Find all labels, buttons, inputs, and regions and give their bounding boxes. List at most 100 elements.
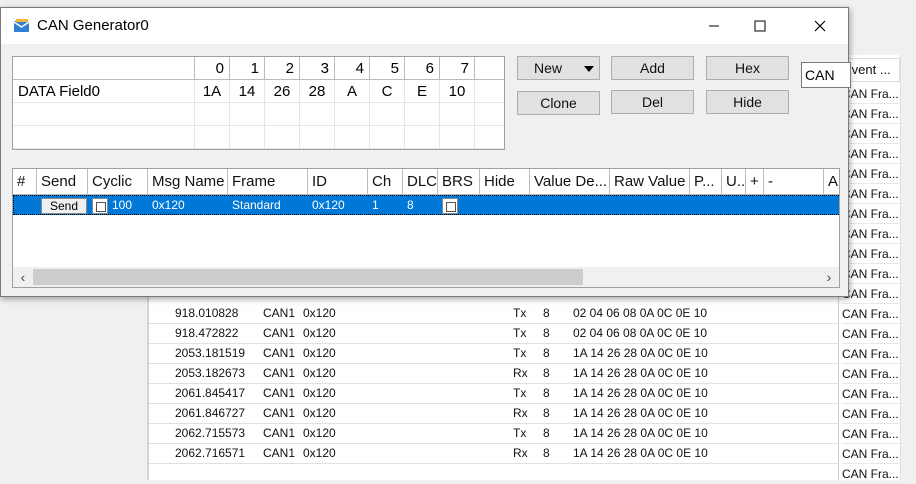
data-byte-cell[interactable]: 1A: [195, 80, 230, 103]
id-value: 0x120: [312, 198, 345, 212]
column-header-raw-value[interactable]: Raw Value: [610, 169, 690, 195]
trace-row[interactable]: 2053.182673 CAN1 0x120 Rx 8 1A 14 26 28 0A 0C…: [149, 364, 903, 384]
data-byte-cell[interactable]: 14: [230, 80, 265, 103]
trace-row[interactable]: 918.010828 CAN1 0x120 Tx 8 02 04 06 08 0A 0C …: [149, 304, 903, 324]
trace-row[interactable]: 2061.846727 CAN1 0x120 Rx 8 1A 14 26 28 0A 0C…: [149, 404, 903, 424]
maximize-button[interactable]: [737, 8, 783, 44]
trace-event-cell: CAN Fra...: [842, 184, 902, 204]
column-header-dlc[interactable]: DLC: [403, 169, 438, 195]
protocol-input[interactable]: CAN: [801, 62, 851, 88]
trace-dlc: 8: [543, 346, 550, 360]
column-header-msg-name[interactable]: Msg Name: [148, 169, 228, 195]
cyclic-checkbox[interactable]: [92, 198, 108, 214]
cyclic-value: 100: [112, 198, 133, 212]
new-button[interactable]: New: [517, 56, 600, 80]
trace-dlc: 8: [543, 446, 550, 460]
title-bar[interactable]: CAN Generator0: [1, 8, 848, 44]
trace-row[interactable]: 918.472822 CAN1 0x120 Tx 8 02 04 06 08 0A 0C …: [149, 324, 903, 344]
add-button[interactable]: Add: [611, 56, 694, 80]
trace-dlc: 8: [543, 366, 550, 380]
horizontal-scrollbar[interactable]: ‹ ›: [13, 267, 839, 287]
column-header-brs[interactable]: BRS: [438, 169, 480, 195]
column-header-ch[interactable]: Ch: [368, 169, 403, 195]
empty-row: [13, 103, 504, 126]
data-byte-cell[interactable]: E: [405, 80, 440, 103]
data-column-header: 6: [405, 57, 440, 80]
data-column-header-empty: [475, 57, 504, 80]
trace-channel: CAN1: [263, 366, 296, 380]
trace-event-cell: CAN Fra...: [842, 464, 902, 484]
trace-direction: Tx: [513, 386, 527, 400]
data-column-header: 4: [335, 57, 370, 80]
trace-left-panel: [124, 285, 148, 480]
trace-id: 0x120: [303, 406, 336, 420]
column-header-hide[interactable]: Hide: [480, 169, 530, 195]
msg-name-value: 0x120: [152, 198, 185, 212]
minimize-button[interactable]: [691, 8, 737, 44]
trace-id: 0x120: [303, 386, 336, 400]
trace-data: 02 04 06 08 0A 0C 0E 10: [573, 326, 708, 340]
brs-checkbox[interactable]: [442, 198, 458, 214]
column-header-plus[interactable]: +: [746, 169, 764, 195]
trace-row[interactable]: 2062.715573 CAN1 0x120 Tx 8 1A 14 26 28 0A 0C…: [149, 424, 903, 444]
column-header-frame[interactable]: Frame: [228, 169, 308, 195]
trace-row[interactable]: 2061.845417 CAN1 0x120 Tx 8 1A 14 26 28 0A 0C…: [149, 384, 903, 404]
scrollbar-thumb[interactable]: [33, 269, 583, 285]
clone-button[interactable]: Clone: [517, 91, 600, 115]
column-header-p[interactable]: P...: [690, 169, 722, 195]
trace-direction: Rx: [513, 366, 528, 380]
new-button-label: New: [534, 60, 563, 76]
trace-direction: Rx: [513, 446, 528, 460]
data-column-header: 5: [370, 57, 405, 80]
trace-id: 0x120: [303, 326, 336, 340]
column-header-send[interactable]: Send: [37, 169, 88, 195]
dropdown-arrow-icon: [584, 66, 594, 72]
column-header-cyclic[interactable]: Cyclic: [88, 169, 148, 195]
maximize-icon: [754, 20, 766, 32]
data-column-header: 2: [265, 57, 300, 80]
can-generator-dialog: CAN Generator0 01234567 DATA Field0 1A 14…: [0, 7, 851, 297]
trace-channel: CAN1: [263, 406, 296, 420]
trace-row[interactable]: 2053.181519 CAN1 0x120 Tx 8 1A 14 26 28 0A 0C…: [149, 344, 903, 364]
close-button[interactable]: [797, 8, 843, 44]
column-header-value-desc[interactable]: Value De...: [530, 169, 610, 195]
data-byte-cell[interactable]: 10: [440, 80, 475, 103]
del-button[interactable]: Del: [611, 90, 694, 114]
data-byte-cell[interactable]: A: [335, 80, 370, 103]
trace-table[interactable]: 918.010828 CAN1 0x120 Tx 8 02 04 06 08 0A 0C …: [148, 285, 916, 480]
close-icon: [814, 20, 826, 32]
window-title: CAN Generator0: [37, 17, 149, 34]
data-field-grid[interactable]: 01234567 DATA Field0 1A 14 26 28 A C E 10: [12, 56, 505, 150]
column-header-a[interactable]: A: [824, 169, 839, 195]
hex-button[interactable]: Hex: [706, 56, 789, 80]
trace-data: 1A 14 26 28 0A 0C 0E 10: [573, 426, 708, 440]
hide-button[interactable]: Hide: [706, 90, 789, 114]
column-header-id[interactable]: ID: [308, 169, 368, 195]
send-button[interactable]: Send: [41, 198, 87, 214]
data-column-header: 1: [230, 57, 265, 80]
trace-event-cell: CAN Fra...: [842, 124, 902, 144]
trace-row[interactable]: 2062.716571 CAN1 0x120 Rx 8 1A 14 26 28 0A 0C…: [149, 444, 903, 464]
data-byte-cell[interactable]: 28: [300, 80, 335, 103]
data-field-row-label: DATA Field0: [13, 80, 195, 103]
column-header-hash[interactable]: #: [13, 169, 37, 195]
column-header-u[interactable]: U..: [722, 169, 746, 195]
trace-event-cell: CAN Fra...: [842, 364, 902, 384]
trace-direction: Rx: [513, 406, 528, 420]
data-byte-cell[interactable]: 26: [265, 80, 300, 103]
trace-vertical-scrollbar[interactable]: [900, 55, 916, 480]
trace-id: 0x120: [303, 446, 336, 460]
grid-line: [264, 80, 265, 149]
scroll-right-icon[interactable]: ›: [819, 267, 839, 287]
column-header-minus[interactable]: -: [764, 169, 824, 195]
message-grid[interactable]: # Send Cyclic Msg Name Frame ID Ch DLC BRS Hide Va…: [12, 168, 840, 288]
grid-line: [439, 80, 440, 149]
data-column-header: 7: [440, 57, 475, 80]
message-row-selected[interactable]: Send 100 0x120 Standard 0x120 1 8: [13, 195, 839, 215]
trace-event-cell: CAN Fra...: [842, 344, 902, 364]
scroll-left-icon[interactable]: ‹: [13, 267, 33, 287]
data-grid-corner-header: [13, 57, 195, 80]
data-field-row[interactable]: DATA Field0 1A 14 26 28 A C E 10: [13, 80, 504, 103]
trace-event-cell: CAN Fra...: [842, 104, 902, 124]
data-byte-cell[interactable]: C: [370, 80, 405, 103]
